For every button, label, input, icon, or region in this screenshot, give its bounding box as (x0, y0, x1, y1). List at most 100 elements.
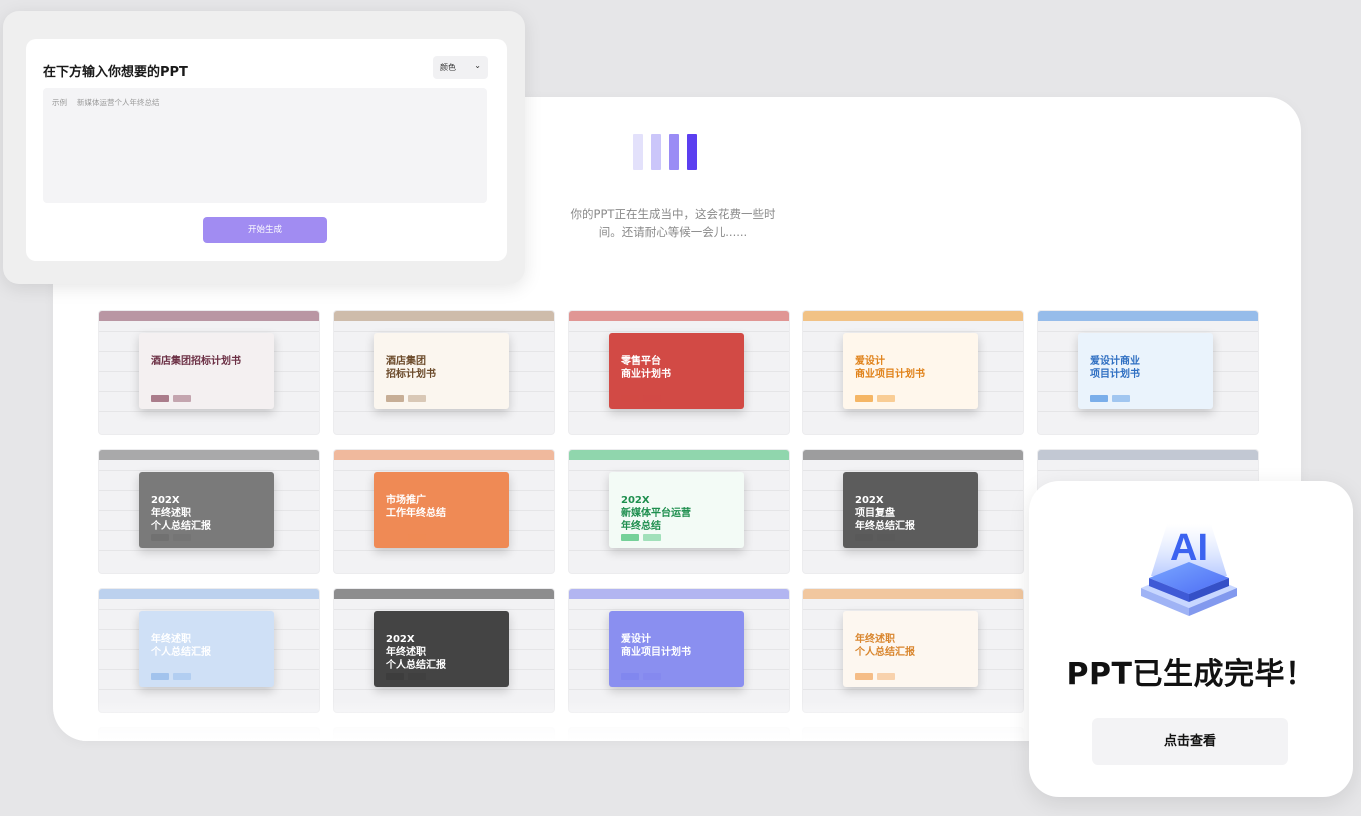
template-slide-preview: 爱设计 商业项目计划书 (609, 611, 744, 687)
card-accent-band (569, 589, 789, 599)
template-chip (151, 673, 169, 680)
status-line-1: 你的PPT正在生成当中，这会花费一些时 (570, 207, 776, 221)
template-title: 202X 年终述职 个人总结汇报 (151, 495, 211, 532)
card-bg-line (334, 331, 554, 332)
template-slide-preview: 市场推广 工作年终总结 (374, 472, 509, 548)
template-title: 爱设计商业 项目计划书 (1090, 356, 1140, 380)
completion-card: AI PPT已生成完毕！ 点击查看 (1029, 481, 1353, 797)
template-slide-preview: 202X 新媒体平台运营 年终总结 (609, 472, 744, 548)
template-chip (621, 395, 639, 402)
template-chip (173, 534, 191, 541)
template-chip (621, 673, 639, 680)
card-bg-line (569, 609, 789, 610)
template-chip (643, 673, 661, 680)
template-chip (877, 395, 895, 402)
card-bg-line (803, 550, 1023, 551)
template-chip (1090, 395, 1108, 402)
template-chip (1112, 395, 1130, 402)
card-bg-line (99, 411, 319, 412)
card-accent-band (334, 311, 554, 321)
template-title: 爱设计 商业项目计划书 (621, 634, 691, 658)
template-slide-preview: 202X 年终述职 个人总结汇报 (374, 611, 509, 687)
card-accent-band (803, 589, 1023, 599)
card-bg-line (569, 331, 789, 332)
template-title: 202X 新媒体平台运营 年终总结 (621, 495, 691, 532)
card-bg-line (569, 411, 789, 412)
input-title: 在下方输入你想要的PPT (43, 65, 188, 80)
template-card[interactable]: 爱设计 商业项目计划书 (568, 588, 790, 713)
template-card[interactable]: 年终述职 个人总结汇报 (802, 588, 1024, 713)
template-chip (643, 395, 661, 402)
card-accent-band (334, 589, 554, 599)
template-title: 酒店集团招标计划书 (151, 356, 241, 367)
template-card[interactable]: 202X 项目复盘 年终总结汇报 (802, 449, 1024, 574)
template-slide-preview: 202X 项目复盘 年终总结汇报 (843, 472, 978, 548)
card-bg-line (99, 609, 319, 610)
template-card[interactable]: 酒店集团招标计划书 (98, 310, 320, 435)
template-chip (386, 395, 404, 402)
loader-bar (633, 134, 643, 170)
loader-bar (651, 134, 661, 170)
card-bg-line (334, 609, 554, 610)
card-accent-band (569, 450, 789, 460)
card-accent-band (803, 311, 1023, 321)
card-bg-line (803, 609, 1023, 610)
template-card[interactable]: 酒店集团 招标计划书 (333, 310, 555, 435)
template-card[interactable]: 202X 年终述职 个人总结汇报 (98, 449, 320, 574)
template-chip (877, 673, 895, 680)
card-bg-line (334, 411, 554, 412)
template-title: 市场推广 工作年终总结 (386, 495, 446, 519)
loader-bar (687, 134, 697, 170)
card-bg-line (99, 470, 319, 471)
template-title: 202X 年终述职 个人总结汇报 (386, 634, 446, 671)
generate-button[interactable]: 开始生成 (203, 217, 327, 243)
template-card[interactable]: 爱设计 商业项目计划书 (802, 310, 1024, 435)
card-bg-line (803, 331, 1023, 332)
status-line-2: 间。还请耐心等候一会儿...... (598, 225, 748, 239)
template-chip (151, 395, 169, 402)
chevron-down-icon: ⌄ (474, 61, 481, 70)
input-window: 在下方输入你想要的PPT 颜色 ⌄ 示例 新媒体运营个人年终总结 开始生成 (3, 11, 525, 284)
prompt-placeholder: 新媒体运营个人年终总结 (77, 98, 160, 107)
card-accent-band (334, 450, 554, 460)
template-title: 零售平台 商业计划书 (621, 356, 671, 380)
card-bg-line (1038, 411, 1258, 412)
template-slide-preview: 爱设计商业 项目计划书 (1078, 333, 1213, 409)
template-chip (386, 673, 404, 680)
card-accent-band (803, 450, 1023, 460)
template-card[interactable]: 202X 年终述职 个人总结汇报 (333, 588, 555, 713)
template-chip (408, 395, 426, 402)
completion-title: PPT已生成完毕！ (1066, 657, 1316, 692)
template-chip (855, 673, 873, 680)
card-accent-band (1038, 450, 1258, 460)
template-title: 202X 项目复盘 年终总结汇报 (855, 495, 915, 532)
template-chip (877, 534, 895, 541)
template-card[interactable]: 爱设计商业 项目计划书 (1037, 310, 1259, 435)
card-accent-band (569, 311, 789, 321)
view-button[interactable]: 点击查看 (1092, 718, 1288, 765)
template-slide-preview: 年终述职 个人总结汇报 (139, 611, 274, 687)
template-card[interactable]: 202X 新媒体平台运营 年终总结 (568, 449, 790, 574)
template-card[interactable]: 年终述职 个人总结汇报 (98, 588, 320, 713)
card-accent-band (99, 311, 319, 321)
card-bg-line (1038, 331, 1258, 332)
card-accent-band (99, 450, 319, 460)
card-bg-line (99, 550, 319, 551)
color-select[interactable]: 颜色 ⌄ (433, 56, 488, 79)
prompt-example-label: 示例 (52, 98, 67, 107)
template-slide-preview: 202X 年终述职 个人总结汇报 (139, 472, 274, 548)
svg-text:AI: AI (1170, 527, 1208, 569)
template-chip (855, 534, 873, 541)
template-card[interactable]: 零售平台 商业计划书 (568, 310, 790, 435)
card-bg-line (803, 411, 1023, 412)
template-card[interactable]: 市场推广 工作年终总结 (333, 449, 555, 574)
template-title: 爱设计 商业项目计划书 (855, 356, 925, 380)
ai-chip-icon: AI (1141, 524, 1237, 616)
card-bg-line (334, 550, 554, 551)
template-chip (173, 673, 191, 680)
card-bg-line (99, 331, 319, 332)
template-title: 年终述职 个人总结汇报 (855, 634, 915, 658)
prompt-input[interactable]: 示例 新媒体运营个人年终总结 (43, 88, 487, 203)
loader-bar (669, 134, 679, 170)
card-bg-line (569, 470, 789, 471)
